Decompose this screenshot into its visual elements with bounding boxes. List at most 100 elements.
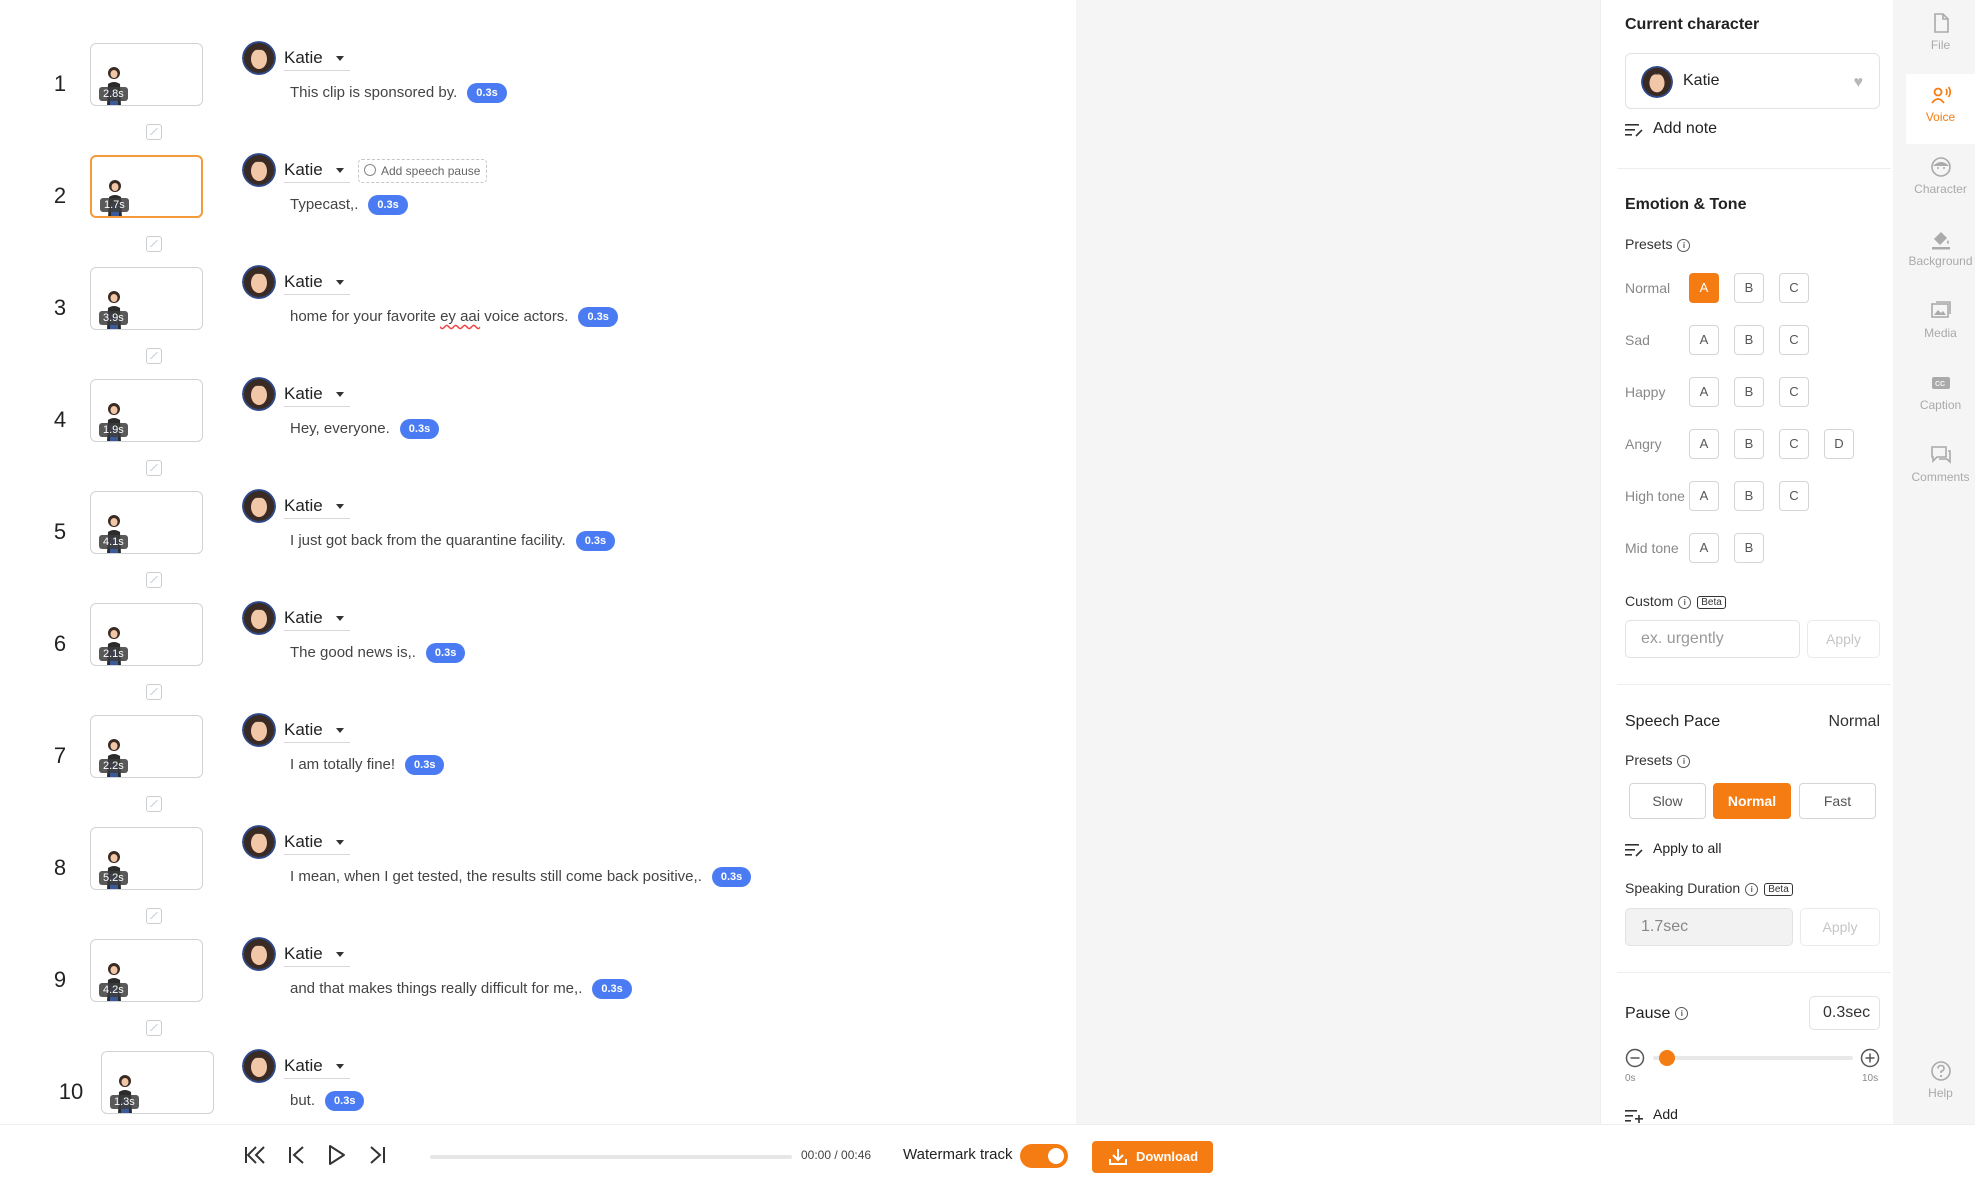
emotion-option-button[interactable]: B — [1734, 273, 1764, 303]
custom-emotion-input[interactable]: ex. urgently — [1625, 620, 1800, 658]
pace-fast-button[interactable]: Fast — [1799, 783, 1876, 819]
character-dropdown[interactable]: Katie — [284, 718, 350, 743]
toolbar-file[interactable]: File — [1906, 2, 1975, 72]
previous-icon[interactable] — [285, 1143, 309, 1167]
script-line[interactable]: 4 1.9s Katie Hey, everyone. 0.3s — [0, 377, 1076, 489]
pause-badge[interactable]: 0.3s — [592, 979, 632, 999]
merge-checkbox[interactable] — [146, 124, 162, 140]
merge-checkbox[interactable] — [146, 1020, 162, 1036]
character-dropdown[interactable]: Katie — [284, 830, 350, 855]
plus-circle-icon[interactable] — [1860, 1048, 1880, 1068]
merge-checkbox[interactable] — [146, 236, 162, 252]
pace-slow-button[interactable]: Slow — [1629, 783, 1706, 819]
emotion-option-button[interactable]: B — [1734, 325, 1764, 355]
toolbar-media[interactable]: Media — [1906, 290, 1975, 360]
pause-badge[interactable]: 0.3s — [575, 531, 616, 551]
scene-thumbnail[interactable]: 2.1s — [90, 603, 203, 666]
download-button[interactable]: Download — [1092, 1141, 1213, 1173]
watermark-toggle[interactable] — [1020, 1144, 1068, 1168]
line-text[interactable]: and that makes things really difficult f… — [290, 979, 632, 999]
playback-progress-track[interactable] — [430, 1155, 792, 1159]
scene-thumbnail[interactable]: 3.9s — [90, 267, 203, 330]
line-text[interactable]: I just got back from the quarantine faci… — [290, 531, 616, 551]
character-dropdown[interactable]: Katie — [284, 46, 350, 71]
info-icon[interactable]: i — [1678, 595, 1692, 609]
emotion-option-button[interactable]: D — [1824, 429, 1854, 459]
scene-thumbnail[interactable]: 2.2s — [90, 715, 203, 778]
info-icon[interactable]: i — [1677, 754, 1691, 768]
toolbar-caption[interactable]: CC Caption — [1906, 362, 1975, 432]
character-dropdown[interactable]: Katie — [284, 606, 350, 631]
emotion-option-button[interactable]: A — [1689, 481, 1719, 511]
line-text[interactable]: home for your favorite ey aai voice acto… — [290, 307, 618, 327]
script-line[interactable]: 1 2.8s Katie This clip is sponsored by. 0.3s — [0, 41, 1076, 153]
emotion-option-button[interactable]: B — [1734, 377, 1764, 407]
pause-badge[interactable]: 0.3s — [467, 83, 507, 103]
scene-thumbnail[interactable]: 4.2s — [90, 939, 203, 1002]
script-line[interactable]: 5 4.1s Katie I just got back from the quara… — [0, 489, 1076, 601]
info-icon[interactable]: i — [1675, 1007, 1689, 1021]
emotion-option-button[interactable]: A — [1689, 429, 1719, 459]
script-line[interactable]: 6 2.1s Katie The good news is,. 0.3s — [0, 601, 1076, 713]
custom-apply-button[interactable]: Apply — [1807, 620, 1880, 658]
emotion-option-button[interactable]: B — [1734, 533, 1764, 563]
add-note-button[interactable]: Add note — [1625, 120, 1717, 138]
skip-to-start-icon[interactable] — [243, 1143, 267, 1167]
pause-badge[interactable]: 0.3s — [368, 195, 408, 215]
emotion-option-button[interactable]: C — [1779, 481, 1809, 511]
emotion-option-button[interactable]: C — [1779, 429, 1809, 459]
spelling-flag[interactable]: ey aai — [440, 308, 480, 325]
line-text[interactable]: I am totally fine! 0.3s — [290, 755, 445, 775]
script-line[interactable]: 9 4.2s Katie and that makes things really d… — [0, 937, 1076, 1049]
pause-slider[interactable] — [1653, 1050, 1853, 1066]
scene-thumbnail[interactable]: 1.7s — [90, 155, 203, 218]
emotion-option-button[interactable]: B — [1734, 481, 1764, 511]
line-text[interactable]: Typecast,. 0.3s — [290, 195, 408, 215]
emotion-option-button[interactable]: B — [1734, 429, 1764, 459]
next-icon[interactable] — [365, 1143, 389, 1167]
pause-badge[interactable]: 0.3s — [578, 307, 618, 327]
add-speech-pause-button[interactable]: Add speech pause — [358, 159, 488, 183]
emotion-option-button[interactable]: A — [1689, 377, 1719, 407]
script-line[interactable]: 7 2.2s Katie I am totally fine! 0.3s — [0, 713, 1076, 825]
duration-apply-button[interactable]: Apply — [1800, 908, 1880, 946]
pause-value-input[interactable]: 0.3sec — [1809, 996, 1880, 1030]
merge-checkbox[interactable] — [146, 348, 162, 364]
heart-icon[interactable]: ♥ — [1854, 74, 1864, 92]
script-line[interactable]: 2 1.7s Katie Add speech pause Typecast,. 0.3s — [0, 153, 1076, 265]
toolbar-character[interactable]: Character — [1906, 146, 1975, 216]
toolbar-voice[interactable]: Voice — [1906, 74, 1975, 144]
emotion-option-button[interactable]: A — [1689, 533, 1719, 563]
speaking-duration-input[interactable]: 1.7sec — [1625, 908, 1793, 946]
pause-slider-handle[interactable] — [1659, 1050, 1675, 1066]
emotion-option-button[interactable]: C — [1779, 273, 1809, 303]
character-dropdown[interactable]: Katie — [284, 270, 350, 295]
line-text[interactable]: The good news is,. 0.3s — [290, 643, 466, 663]
add-button[interactable]: Add — [1625, 1106, 1678, 1123]
script-line[interactable]: 3 3.9s Katie home for your favorite ey aai … — [0, 265, 1076, 377]
character-dropdown[interactable]: Katie — [284, 158, 350, 183]
toolbar-help[interactable]: Help — [1906, 1050, 1975, 1120]
emotion-option-button[interactable]: C — [1779, 325, 1809, 355]
info-icon[interactable]: i — [1745, 882, 1759, 896]
scene-thumbnail[interactable]: 2.8s — [90, 43, 203, 106]
character-dropdown[interactable]: Katie — [284, 382, 350, 407]
toolbar-background[interactable]: Background — [1906, 218, 1975, 288]
pause-badge[interactable]: 0.3s — [325, 1091, 365, 1111]
toolbar-comments[interactable]: Comments — [1906, 434, 1975, 504]
apply-to-all-button[interactable]: Apply to all — [1625, 840, 1721, 857]
emotion-option-button[interactable]: A — [1689, 325, 1719, 355]
emotion-option-button[interactable]: A — [1689, 273, 1719, 303]
character-dropdown[interactable]: Katie — [284, 942, 350, 967]
merge-checkbox[interactable] — [146, 460, 162, 476]
character-dropdown[interactable]: Katie — [284, 1054, 350, 1079]
merge-checkbox[interactable] — [146, 572, 162, 588]
merge-checkbox[interactable] — [146, 908, 162, 924]
pause-badge[interactable]: 0.3s — [405, 755, 445, 775]
emotion-option-button[interactable]: C — [1779, 377, 1809, 407]
scene-thumbnail[interactable]: 4.1s — [90, 491, 203, 554]
pause-badge[interactable]: 0.3s — [711, 867, 752, 887]
merge-checkbox[interactable] — [146, 796, 162, 812]
minus-circle-icon[interactable] — [1625, 1048, 1645, 1068]
character-dropdown[interactable]: Katie — [284, 494, 350, 519]
